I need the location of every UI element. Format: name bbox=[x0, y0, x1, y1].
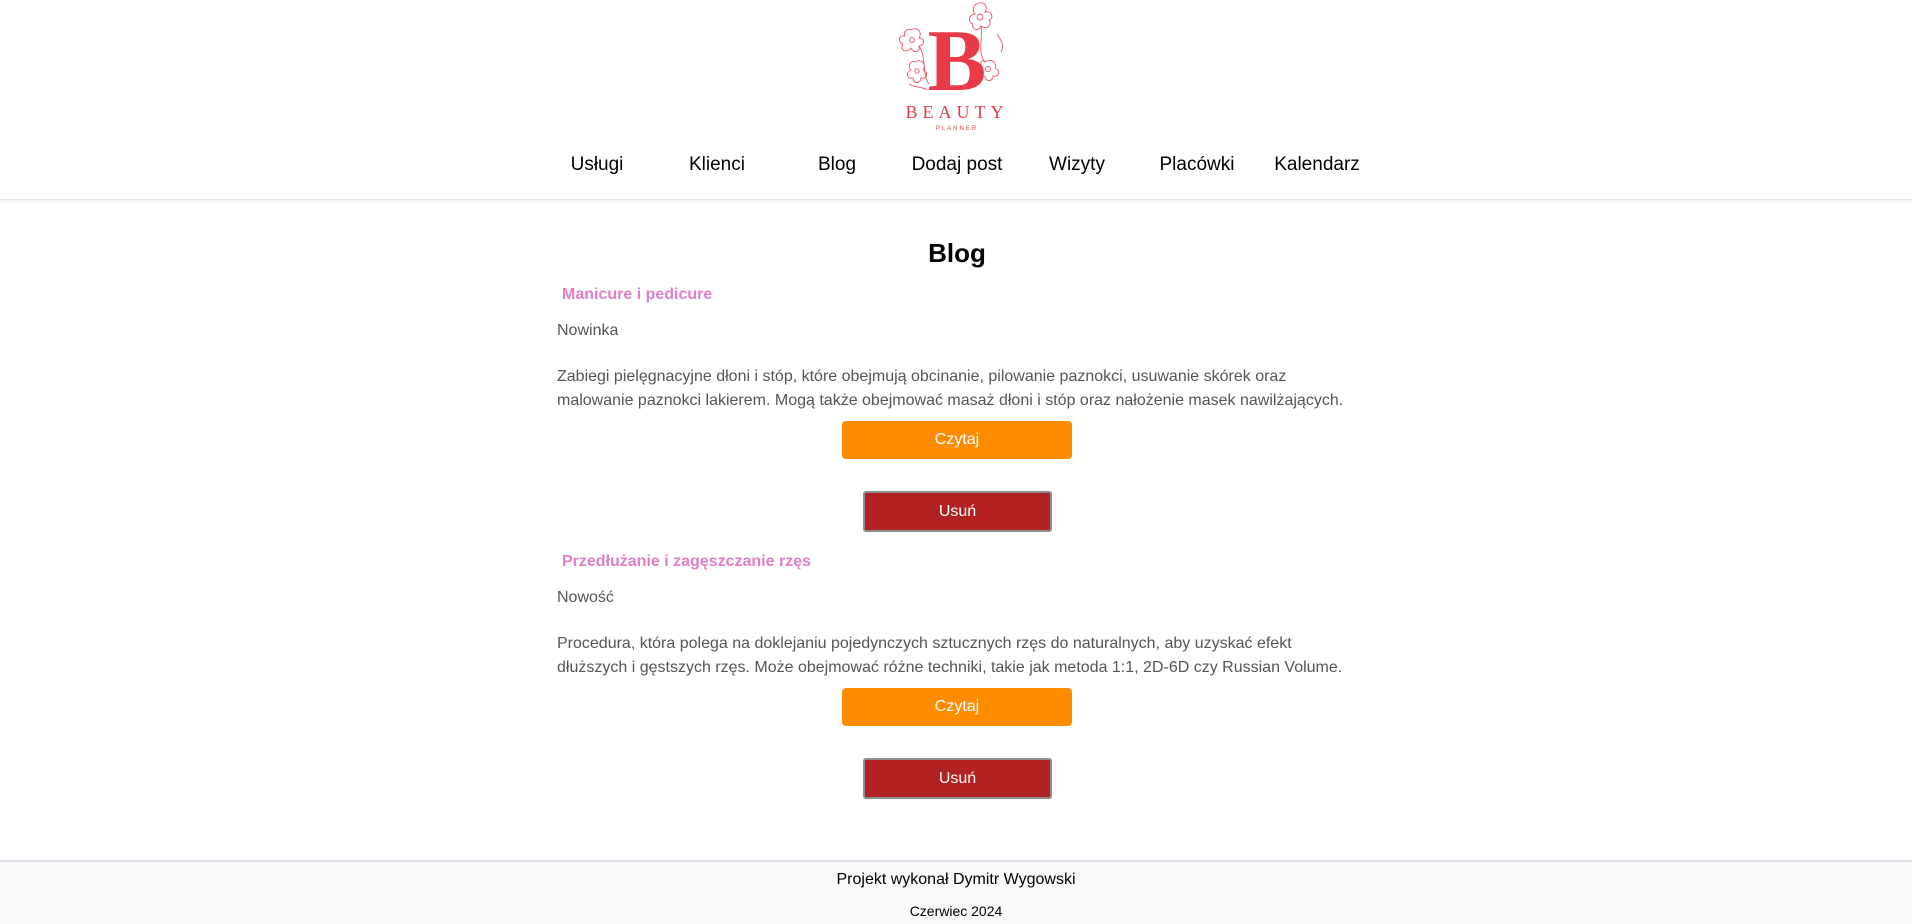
page: B BEAUTY PLANNER Usługi Klienci Blog Dod… bbox=[0, 0, 1912, 924]
delete-button[interactable]: Usuń bbox=[863, 758, 1052, 799]
site-header: B BEAUTY PLANNER Usługi Klienci Blog Dod… bbox=[0, 0, 1912, 200]
nav-item-klienci[interactable]: Klienci bbox=[657, 154, 777, 176]
post-tag: Nowość bbox=[557, 589, 614, 606]
nav-item-dodaj-post[interactable]: Dodaj post bbox=[897, 154, 1017, 176]
footer-author: Projekt wykonał Dymitr Wygowski bbox=[836, 871, 1076, 888]
main-nav: Usługi Klienci Blog Dodaj post Wizyty Pl… bbox=[537, 148, 1377, 182]
beauty-planner-logo[interactable]: B BEAUTY PLANNER bbox=[897, 0, 1017, 136]
nav-item-kalendarz[interactable]: Kalendarz bbox=[1257, 154, 1377, 176]
post-title: Manicure i pedicure bbox=[562, 286, 713, 303]
nav-item-blog[interactable]: Blog bbox=[777, 154, 897, 176]
post-description: Procedura, która polega na doklejaniu po… bbox=[557, 635, 1343, 676]
footer-date: Czerwiec 2024 bbox=[909, 903, 1003, 919]
read-button[interactable]: Czytaj bbox=[842, 688, 1072, 726]
read-button[interactable]: Czytaj bbox=[842, 421, 1072, 459]
delete-button[interactable]: Usuń bbox=[863, 491, 1052, 532]
nav-item-wizyty[interactable]: Wizyty bbox=[1017, 154, 1137, 176]
post-title: Przedłużanie i zagęszczanie rzęs bbox=[562, 553, 811, 570]
nav-item-placowki[interactable]: Placówki bbox=[1137, 154, 1257, 176]
page-title: Blog bbox=[928, 238, 986, 268]
post-tag: Nowinka bbox=[557, 322, 619, 339]
post-description: Zabiegi pielęgnacyjne dłoni i stóp, któr… bbox=[557, 368, 1344, 409]
site-footer: Projekt wykonał Dymitr Wygowski Czerwiec… bbox=[0, 860, 1912, 924]
nav-item-uslugi[interactable]: Usługi bbox=[537, 154, 657, 176]
blog-post: Manicure i pedicure Nowinka Zabiegi piel… bbox=[557, 286, 1357, 554]
logo-tagline: PLANNER bbox=[936, 126, 978, 132]
logo-letter: B bbox=[928, 13, 987, 110]
logo-name: BEAUTY bbox=[906, 102, 1009, 122]
blog-post: Przedłużanie i zagęszczanie rzęs Nowość … bbox=[557, 553, 1357, 821]
